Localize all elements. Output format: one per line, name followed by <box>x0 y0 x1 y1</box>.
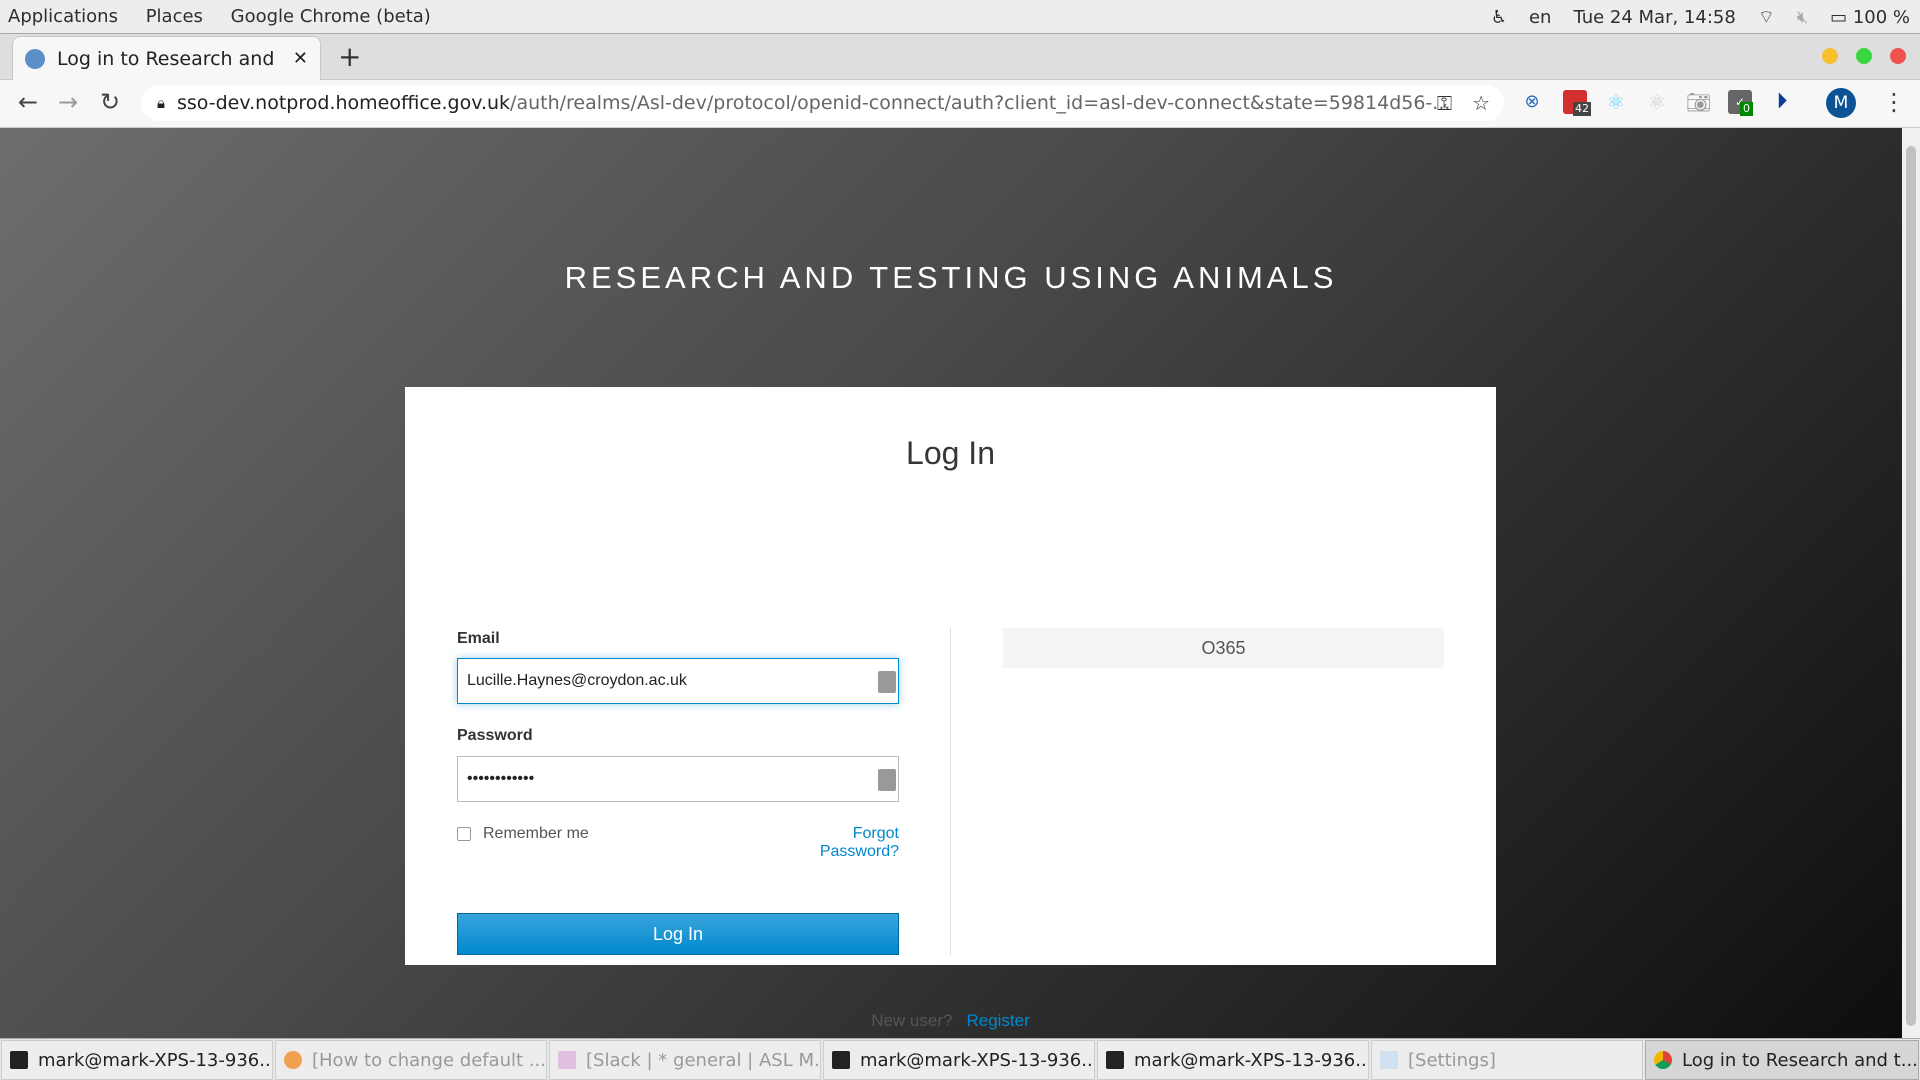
tab-close-icon[interactable]: ✕ <box>293 48 308 69</box>
register-link[interactable]: Register <box>966 1011 1029 1030</box>
profile-avatar[interactable]: M <box>1826 88 1856 118</box>
extension-checklist-icon[interactable]: ✓0 <box>1728 90 1753 116</box>
taskbar-item[interactable]: mark@mark-XPS-13-936... <box>1097 1040 1369 1080</box>
extension-translate-icon[interactable]: ⊗ <box>1520 90 1544 114</box>
password-value: •••••••••••• <box>467 770 535 787</box>
play-circle-icon[interactable]: ⏵ <box>1770 90 1794 114</box>
remember-me[interactable]: Remember me <box>457 825 589 843</box>
react-devtools-disabled-icon[interactable]: ⚛ <box>1645 90 1669 114</box>
browser-tab-active[interactable]: Log in to Research and ✕ <box>12 36 321 80</box>
places-menu[interactable]: Places <box>146 6 203 27</box>
taskbar-item-label: [Settings] <box>1408 1049 1496 1071</box>
accessibility-icon[interactable]: ♿ <box>1491 7 1507 28</box>
page-content: RESEARCH AND TESTING USING ANIMALS Log I… <box>0 128 1902 1038</box>
taskbar-item-label: mark@mark-XPS-13-936... <box>1134 1049 1369 1071</box>
clock[interactable]: Tue 24 Mar, 14:58 <box>1573 7 1735 28</box>
new-tab-button[interactable]: + <box>338 40 361 73</box>
email-value: Lucille.Haynes@croydon.ac.uk <box>467 672 687 689</box>
maximize-button[interactable] <box>1856 48 1872 64</box>
login-card: Log In Email Lucille.Haynes@croydon.ac.u… <box>405 387 1496 1030</box>
app-menu[interactable]: Google Chrome (beta) <box>231 6 431 27</box>
terminal-icon <box>832 1051 850 1069</box>
new-user-row: New user? Register <box>405 1011 1496 1031</box>
taskbar-item-label: Log in to Research and t... <box>1682 1049 1918 1071</box>
extension-badge: 42 <box>1573 102 1591 116</box>
taskbar-item-label: [How to change default ... <box>312 1049 546 1071</box>
system-top-bar: Applications Places Google Chrome (beta)… <box>0 0 1920 34</box>
page-scrollbar[interactable] <box>1902 128 1920 1038</box>
site-brand-title: RESEARCH AND TESTING USING ANIMALS <box>564 260 1338 295</box>
battery-status[interactable]: ▭ 100 % <box>1830 7 1910 28</box>
battery-percent: 100 % <box>1852 6 1910 28</box>
settings-icon <box>1380 1051 1398 1069</box>
favicon-icon <box>25 48 45 69</box>
back-arrow-icon[interactable]: ← <box>18 88 38 116</box>
react-devtools-icon[interactable]: ⚛ <box>1604 90 1628 114</box>
taskbar: mark@mark-XPS-13-936... [How to change d… <box>0 1038 1920 1080</box>
tab-title: Log in to Research and <box>57 47 275 70</box>
key-icon[interactable]: ⚿ <box>1437 91 1452 115</box>
scrollbar-thumb[interactable] <box>1906 146 1916 1026</box>
tab-strip: Log in to Research and ✕ + <box>0 34 1920 80</box>
wifi-icon[interactable]: ⌔ <box>1758 6 1775 29</box>
remember-me-label: Remember me <box>483 825 589 842</box>
url-path: /auth/realms/Asl-dev/protocol/openid-con… <box>510 92 1451 114</box>
terminal-icon <box>1106 1051 1124 1069</box>
forgot-password-link[interactable]: Forgot Password? <box>770 825 899 861</box>
applications-menu[interactable]: Applications <box>8 6 118 27</box>
taskbar-item[interactable]: [Slack | * general | ASL M... <box>549 1040 821 1080</box>
taskbar-item[interactable]: mark@mark-XPS-13-936... <box>1 1040 273 1080</box>
taskbar-item[interactable]: [Settings] <box>1371 1040 1643 1080</box>
minimize-button[interactable] <box>1822 48 1838 64</box>
taskbar-item-label: mark@mark-XPS-13-936... <box>860 1049 1095 1071</box>
url-host: sso-dev.notprod.homeoffice.gov.uk <box>176 92 511 114</box>
taskbar-item-label: [Slack | * general | ASL M... <box>586 1049 821 1071</box>
terminal-icon <box>10 1051 28 1069</box>
close-window-button[interactable] <box>1890 48 1906 64</box>
forward-arrow-icon[interactable]: → <box>58 88 78 116</box>
firefox-icon <box>284 1051 302 1069</box>
column-divider <box>950 628 951 955</box>
lock-icon: 🔒︎ <box>157 94 165 112</box>
taskbar-item-label: mark@mark-XPS-13-936... <box>38 1049 273 1071</box>
reload-icon[interactable]: ↻ <box>100 88 120 116</box>
login-button[interactable]: Log In <box>457 913 899 955</box>
login-heading: Log In <box>906 435 995 471</box>
chrome-icon <box>1654 1051 1672 1069</box>
password-input[interactable]: •••••••••••• <box>457 756 899 802</box>
new-user-text: New user? <box>871 1011 953 1030</box>
email-label: Email <box>457 630 500 647</box>
taskbar-item-active[interactable]: Log in to Research and t... <box>1645 1040 1919 1080</box>
remember-me-checkbox[interactable] <box>457 827 471 841</box>
email-input[interactable]: Lucille.Haynes@croydon.ac.uk <box>457 658 899 704</box>
o365-provider-button[interactable]: O365 <box>1003 628 1444 668</box>
bookmark-star-icon[interactable]: ☆ <box>1472 91 1490 115</box>
taskbar-item[interactable]: mark@mark-XPS-13-936... <box>823 1040 1095 1080</box>
password-manager-icon[interactable] <box>878 671 896 693</box>
extension-red-icon[interactable]: 42 <box>1563 90 1591 116</box>
taskbar-item[interactable]: [How to change default ... <box>275 1040 547 1080</box>
extension-badge: 0 <box>1740 102 1753 116</box>
language-indicator[interactable]: en <box>1529 7 1551 28</box>
volume-muted-icon[interactable]: 🔇︎ <box>1797 7 1808 28</box>
slack-icon <box>558 1051 576 1069</box>
browser-toolbar: ← → ↻ 🔒︎ sso-dev.notprod.homeoffice.gov.… <box>0 80 1920 128</box>
password-label: Password <box>457 727 533 744</box>
menu-kebab-icon[interactable]: ⋮ <box>1882 88 1906 116</box>
password-manager-icon[interactable] <box>878 769 896 791</box>
address-bar[interactable]: 🔒︎ sso-dev.notprod.homeoffice.gov.uk/aut… <box>141 85 1504 121</box>
camera-icon[interactable]: 📷︎ <box>1686 90 1711 114</box>
